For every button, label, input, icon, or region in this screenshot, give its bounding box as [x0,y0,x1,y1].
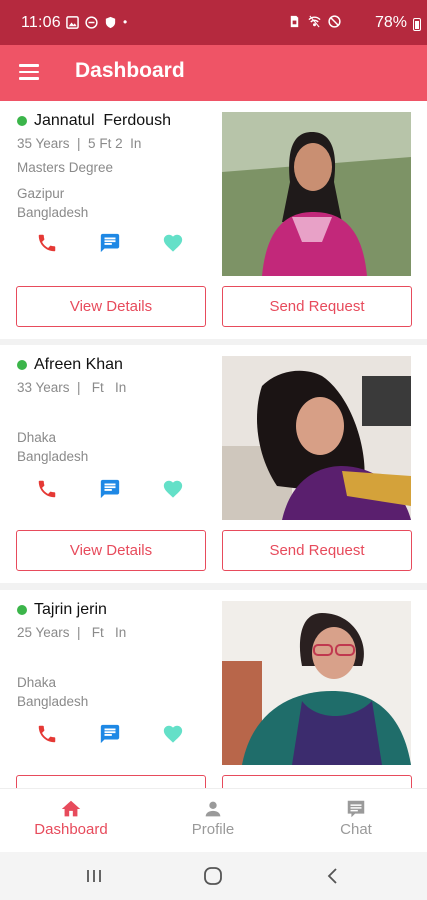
online-status-icon [17,116,27,126]
menu-icon[interactable] [19,64,39,80]
profile-name: Afreen Khan [34,356,123,373]
back-icon[interactable] [322,865,344,887]
profile-card: Afreen Khan 33 Years | Ft In Dhaka Bangl… [0,345,427,583]
profile-name: Tajrin jerin [34,601,107,618]
nav-label: Chat [340,821,372,838]
profile-name: Jannatul Ferdoush [34,112,171,129]
heart-icon[interactable] [162,723,184,745]
profile-age-height: 35 Years | 5 Ft 2 In [17,136,142,151]
recents-icon[interactable] [83,865,105,887]
message-icon[interactable] [99,478,121,500]
profile-card: Jannatul Ferdoush 35 Years | 5 Ft 2 In M… [0,101,427,339]
phone-icon[interactable] [36,478,58,500]
online-status-icon [17,605,27,615]
message-icon[interactable] [99,232,121,254]
page-title: Dashboard [75,59,185,82]
person-icon [205,801,221,817]
home-icon [61,800,81,817]
no-sim-icon [328,15,341,28]
nav-label: Dashboard [34,821,108,838]
chat-icon [347,800,365,818]
profile-list[interactable]: Jannatul Ferdoush 35 Years | 5 Ft 2 In M… [0,101,427,788]
profile-photo[interactable] [222,601,411,765]
nav-label: Profile [191,821,235,838]
status-time: 11:06 [21,14,61,31]
message-icon[interactable] [99,723,121,745]
send-request-button[interactable]: Send Request [222,286,412,327]
status-bar: 11:06 • 78% [0,0,427,45]
profile-education: Masters Degree [17,160,114,175]
send-request-button[interactable]: Send Request [222,775,412,788]
send-request-button[interactable]: Send Request [222,530,412,571]
nav-profile[interactable]: Profile [142,789,284,853]
view-details-button[interactable]: View Details [16,775,206,788]
profile-city: Dhaka [17,675,57,690]
dnd-icon [85,15,98,29]
view-details-button[interactable]: View Details [16,286,206,327]
online-status-icon [17,360,27,370]
status-dot: • [123,15,128,29]
profile-age-height: 25 Years | Ft In [17,625,127,640]
profile-country: Bangladesh [17,449,89,464]
profile-card: Tajrin jerin 25 Years | Ft In Dhaka Bang… [0,590,427,788]
heart-icon[interactable] [162,478,184,500]
nav-dashboard[interactable]: Dashboard [0,789,142,853]
system-navigation-bar [0,852,427,900]
nav-chat[interactable]: Chat [285,789,427,853]
profile-city: Gazipur [17,186,65,201]
home-circle-icon[interactable] [202,865,224,887]
profile-photo[interactable] [222,112,411,276]
battery-icon [413,18,421,31]
phone-icon[interactable] [36,723,58,745]
phone-icon[interactable] [36,232,58,254]
profile-photo[interactable] [222,356,411,520]
bottom-navigation: Dashboard Profile Chat [0,788,427,852]
view-details-button[interactable]: View Details [16,530,206,571]
battery-percent: 78% [374,14,407,31]
gallery-icon [66,15,79,29]
heart-icon[interactable] [162,232,184,254]
app-bar: Dashboard [0,45,427,101]
wifi-icon [308,15,321,28]
profile-country: Bangladesh [17,694,89,709]
profile-age-height: 33 Years | Ft In [17,380,127,395]
shield-icon [105,16,116,28]
profile-country: Bangladesh [17,205,89,220]
sim-icon [290,15,299,28]
profile-city: Dhaka [17,430,57,445]
